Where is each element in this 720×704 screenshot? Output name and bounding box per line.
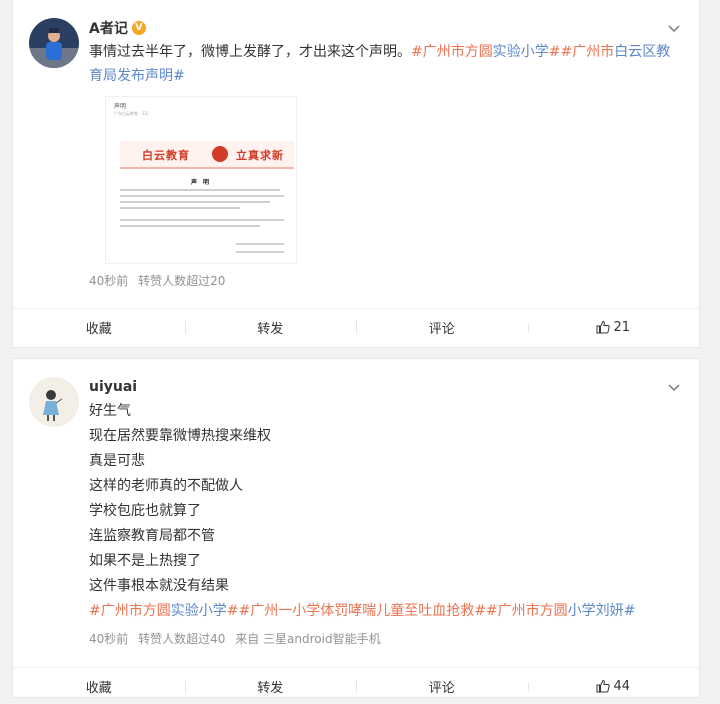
post-line: 这样的老师真的不配做人 — [89, 478, 243, 494]
topic-link[interactable]: #广州市方圆 — [89, 603, 171, 619]
text-line — [120, 207, 240, 209]
topic-link[interactable]: 实验小学 — [493, 44, 549, 60]
text-line — [120, 225, 260, 227]
forward-stat: 转赞人数超过40 — [138, 632, 226, 646]
topic-link[interactable]: ##广州一小学体罚哮喘儿童至吐血抢救##广州市方圆 — [227, 603, 568, 619]
text-line — [120, 189, 280, 191]
topic-link[interactable]: 白云区 — [614, 44, 656, 60]
text-line — [120, 219, 284, 221]
text-line — [120, 195, 284, 197]
post-text: 事情过去半年了，微博上发酵了，才出来这个声明。#广州市方圆实验小学##广州市白云… — [89, 40, 679, 88]
chevron-down-icon[interactable] — [667, 22, 681, 36]
text-line — [236, 251, 284, 253]
like-count: 44 — [613, 678, 631, 694]
like-button[interactable]: 44 — [527, 678, 700, 694]
action-bar: 收藏 转发 评论 21 — [13, 308, 699, 345]
text-line — [120, 201, 270, 203]
comment-button[interactable]: 评论 — [356, 677, 528, 696]
image-banner: 白云教育 立真求新 — [120, 141, 294, 169]
action-bar: 收藏 转发 评论 44 — [13, 667, 699, 704]
author-name-text[interactable]: uiyuai — [89, 379, 137, 395]
forward-label: 转发 — [257, 321, 284, 337]
weibo-post-2: uiyuai 好生气 现在居然要靠微博热搜来维权 真是可悲 这样的老师真的不配做… — [12, 358, 700, 698]
post-line: 好生气 — [89, 403, 131, 419]
collect-button[interactable]: 收藏 — [13, 318, 185, 337]
image-title: 声明 — [114, 103, 127, 110]
thumb-up-icon — [596, 320, 611, 334]
forward-label: 转发 — [257, 680, 284, 696]
collect-label: 收藏 — [85, 680, 112, 696]
topic-link[interactable]: 实验小学 — [171, 603, 227, 619]
comment-label: 评论 — [428, 321, 455, 337]
author-name[interactable]: A者记 V — [89, 18, 146, 38]
weibo-post-1: A者记 V 事情过去半年了，微博上发酵了，才出来这个声明。#广州市方圆实验小学#… — [12, 0, 700, 348]
topic-link[interactable]: 小学刘妍# — [568, 603, 636, 619]
comment-label: 评论 — [428, 680, 455, 696]
topic-link[interactable]: ##广州市 — [549, 44, 614, 60]
post-line: 现在居然要靠微博热搜来维权 — [89, 428, 271, 444]
post-time[interactable]: 40秒前 — [89, 632, 128, 646]
post-line: 学校包庇也就算了 — [89, 503, 201, 519]
avatar[interactable] — [29, 377, 79, 427]
post-line: 如果不是上热搜了 — [89, 553, 201, 569]
like-count: 21 — [613, 319, 631, 335]
topic-link[interactable]: #广州市方圆 — [411, 44, 493, 60]
post-text: 好生气 现在居然要靠微博热搜来维权 真是可悲 这样的老师真的不配做人 学校包庇也… — [89, 399, 679, 624]
verified-icon: V — [131, 21, 146, 35]
post-tags: #广州市方圆实验小学##广州一小学体罚哮喘儿童至吐血抢救##广州市方圆小学刘妍# — [89, 599, 679, 624]
post-line: 这件事根本就没有结果 — [89, 578, 229, 594]
image-subtitle: 广东白云教育 · 1天 — [114, 111, 149, 116]
like-button[interactable]: 21 — [527, 319, 700, 335]
author-name[interactable]: uiyuai — [89, 379, 137, 395]
banner-left-text: 白云教育 — [142, 149, 190, 162]
forward-button[interactable]: 转发 — [184, 677, 357, 696]
post-line: 连监察教育局都不管 — [89, 528, 215, 544]
comment-button[interactable]: 评论 — [356, 318, 528, 337]
author-name-text[interactable]: A者记 — [89, 18, 128, 38]
post-source[interactable]: 来自 三星android智能手机 — [235, 632, 380, 646]
thumb-up-icon — [596, 679, 611, 693]
collect-label: 收藏 — [85, 321, 112, 337]
chevron-down-icon[interactable] — [667, 381, 681, 395]
banner-right-text: 立真求新 — [236, 149, 284, 162]
collect-button[interactable]: 收藏 — [13, 677, 185, 696]
seal-icon — [212, 146, 228, 162]
forward-stat: 转赞人数超过20 — [138, 274, 226, 288]
image-heading: 声 明 — [190, 179, 212, 186]
text-line — [236, 243, 284, 245]
forward-button[interactable]: 转发 — [184, 318, 357, 337]
post-meta: 40秒前 转赞人数超过20 — [89, 272, 237, 289]
post-line: 真是可悲 — [89, 453, 145, 469]
post-meta: 40秒前 转赞人数超过40 来自 三星android智能手机 — [89, 630, 387, 647]
post-body-text: 事情过去半年了，微博上发酵了，才出来这个声明。 — [89, 44, 411, 60]
post-time[interactable]: 40秒前 — [89, 274, 128, 288]
avatar[interactable] — [29, 18, 79, 68]
post-image[interactable]: 声明 广东白云教育 · 1天 白云教育 立真求新 声 明 — [105, 96, 297, 264]
